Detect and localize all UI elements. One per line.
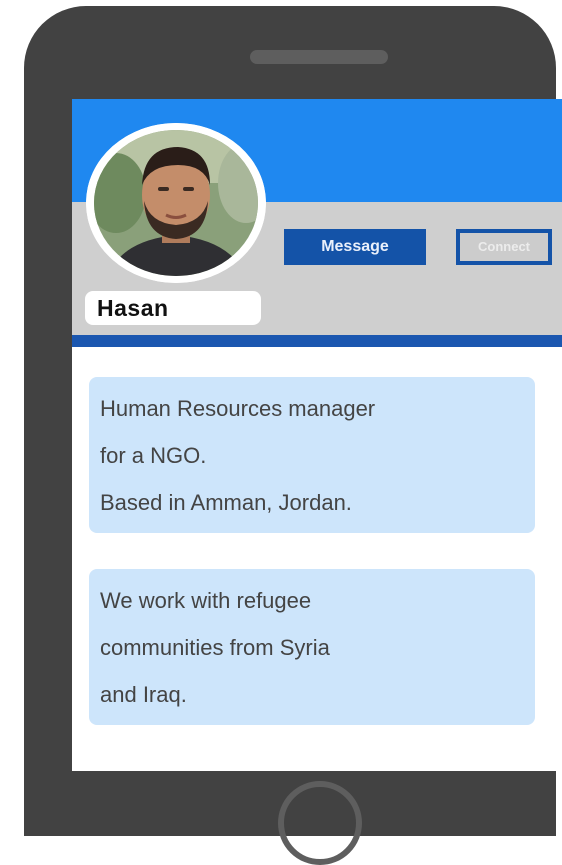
bio-card-work: We work with refugee communities from Sy…	[89, 569, 535, 725]
phone-frame: Hasan Message Connect Human Resources ma…	[24, 6, 562, 865]
speaker-grille	[250, 50, 388, 64]
message-button[interactable]: Message	[284, 229, 426, 265]
bio-line: Based in Amman, Jordan.	[100, 490, 352, 515]
connect-button[interactable]: Connect	[456, 229, 552, 265]
bio-card-role: Human Resources manager for a NGO. Based…	[89, 377, 535, 533]
header-divider	[72, 335, 562, 347]
home-button[interactable]	[278, 781, 362, 865]
bio-line: and Iraq.	[100, 682, 187, 707]
phone-screen: Hasan Message Connect Human Resources ma…	[72, 99, 562, 771]
bio-line: communities from Syria	[100, 635, 330, 660]
avatar[interactable]	[86, 123, 266, 283]
profile-name-tag: Hasan	[85, 291, 261, 325]
person-photo-icon	[86, 123, 266, 283]
bio-line: We work with refugee	[100, 588, 312, 613]
profile-name: Hasan	[97, 295, 169, 321]
bio-line: Human Resources manager	[100, 396, 376, 421]
bio-line: for a NGO.	[100, 443, 207, 468]
